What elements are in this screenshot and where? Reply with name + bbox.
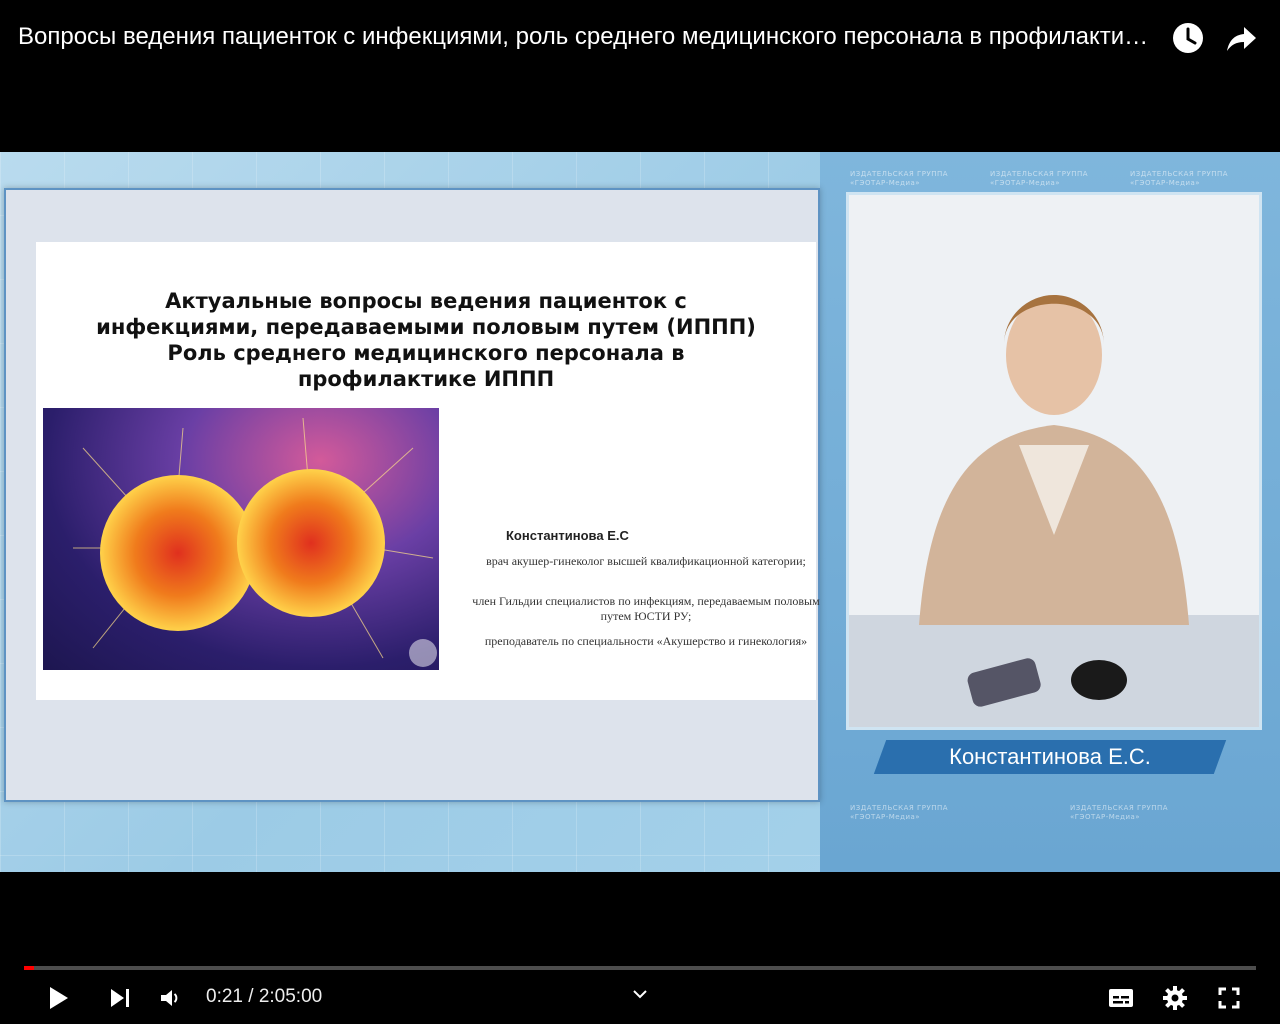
slide-title-line: профилактике ИППП (297, 367, 555, 391)
next-icon[interactable] (102, 980, 138, 1016)
watermark-brand: «ГЭОТАР-Медиа» (1130, 179, 1201, 187)
watermark-brand: «ГЭОТАР-Медиа» (990, 179, 1061, 187)
watermark-publisher: ИЗДАТЕЛЬСКАЯ ГРУППА (1070, 804, 1169, 812)
presentation-slide: Актуальные вопросы ведения пациенток с и… (4, 188, 820, 802)
play-icon[interactable] (40, 980, 76, 1016)
time-display: 0:21 / 2:05:00 (206, 986, 322, 1008)
fullscreen-icon[interactable] (1211, 980, 1247, 1016)
duration: 2:05:00 (258, 986, 323, 1007)
author-detail: член Гильдии специалистов по инфекциям, … (472, 594, 820, 623)
watermark-publisher: ИЗДАТЕЛЬСКАЯ ГРУППА (850, 170, 949, 178)
author-detail: врач акушер-гинеколог высшей квалификаци… (486, 554, 806, 568)
watermark-brand: «ГЭОТАР-Медиа» (850, 813, 921, 821)
settings-icon[interactable] (1157, 980, 1193, 1016)
bacteria-illustration (43, 408, 439, 670)
author-detail: преподаватель по специальности «Акушерст… (484, 634, 808, 648)
slide-title-line: инфекциями, передаваемыми половым путем … (96, 315, 756, 339)
slide-title: Актуальные вопросы ведения пациенток с и… (36, 288, 816, 392)
progress-fill (24, 966, 34, 970)
slide-title-line: Актуальные вопросы ведения пациенток с (165, 289, 687, 313)
watermark-publisher: ИЗДАТЕЛЬСКАЯ ГРУППА (850, 804, 949, 812)
subtitles-icon[interactable] (1103, 980, 1139, 1016)
speaker-video (846, 192, 1262, 730)
current-time: 0:21 (206, 986, 243, 1007)
watermark-publisher: ИЗДАТЕЛЬСКАЯ ГРУППА (990, 170, 1089, 178)
chevron-down-icon[interactable] (628, 982, 652, 1011)
speaker-name-caption: Константинова Е.С. (949, 744, 1151, 769)
author-name: Константинова Е.С (506, 528, 629, 543)
time-separator: / (248, 986, 254, 1007)
slide-title-line: Роль среднего медицинского персонала в (167, 341, 685, 365)
watch-later-icon[interactable] (1168, 18, 1208, 58)
share-icon[interactable] (1222, 18, 1262, 58)
progress-bar[interactable] (24, 966, 1256, 970)
video-title[interactable]: Вопросы ведения пациенток с инфекциями, … (18, 22, 1158, 52)
watermark-publisher: ИЗДАТЕЛЬСКАЯ ГРУППА (1130, 170, 1229, 178)
top-bar: Вопросы ведения пациенток с инфекциями, … (0, 0, 1280, 80)
slide-content: Актуальные вопросы ведения пациенток с и… (36, 242, 820, 700)
watermark-brand: «ГЭОТАР-Медиа» (850, 179, 921, 187)
video-frame[interactable]: ИЗДАТЕЛЬСКАЯ ГРУППА «ГЭОТАР-Медиа» ИЗДАТ… (0, 152, 1280, 872)
volume-icon[interactable] (152, 980, 188, 1016)
watermark-brand: «ГЭОТАР-Медиа» (1070, 813, 1141, 821)
